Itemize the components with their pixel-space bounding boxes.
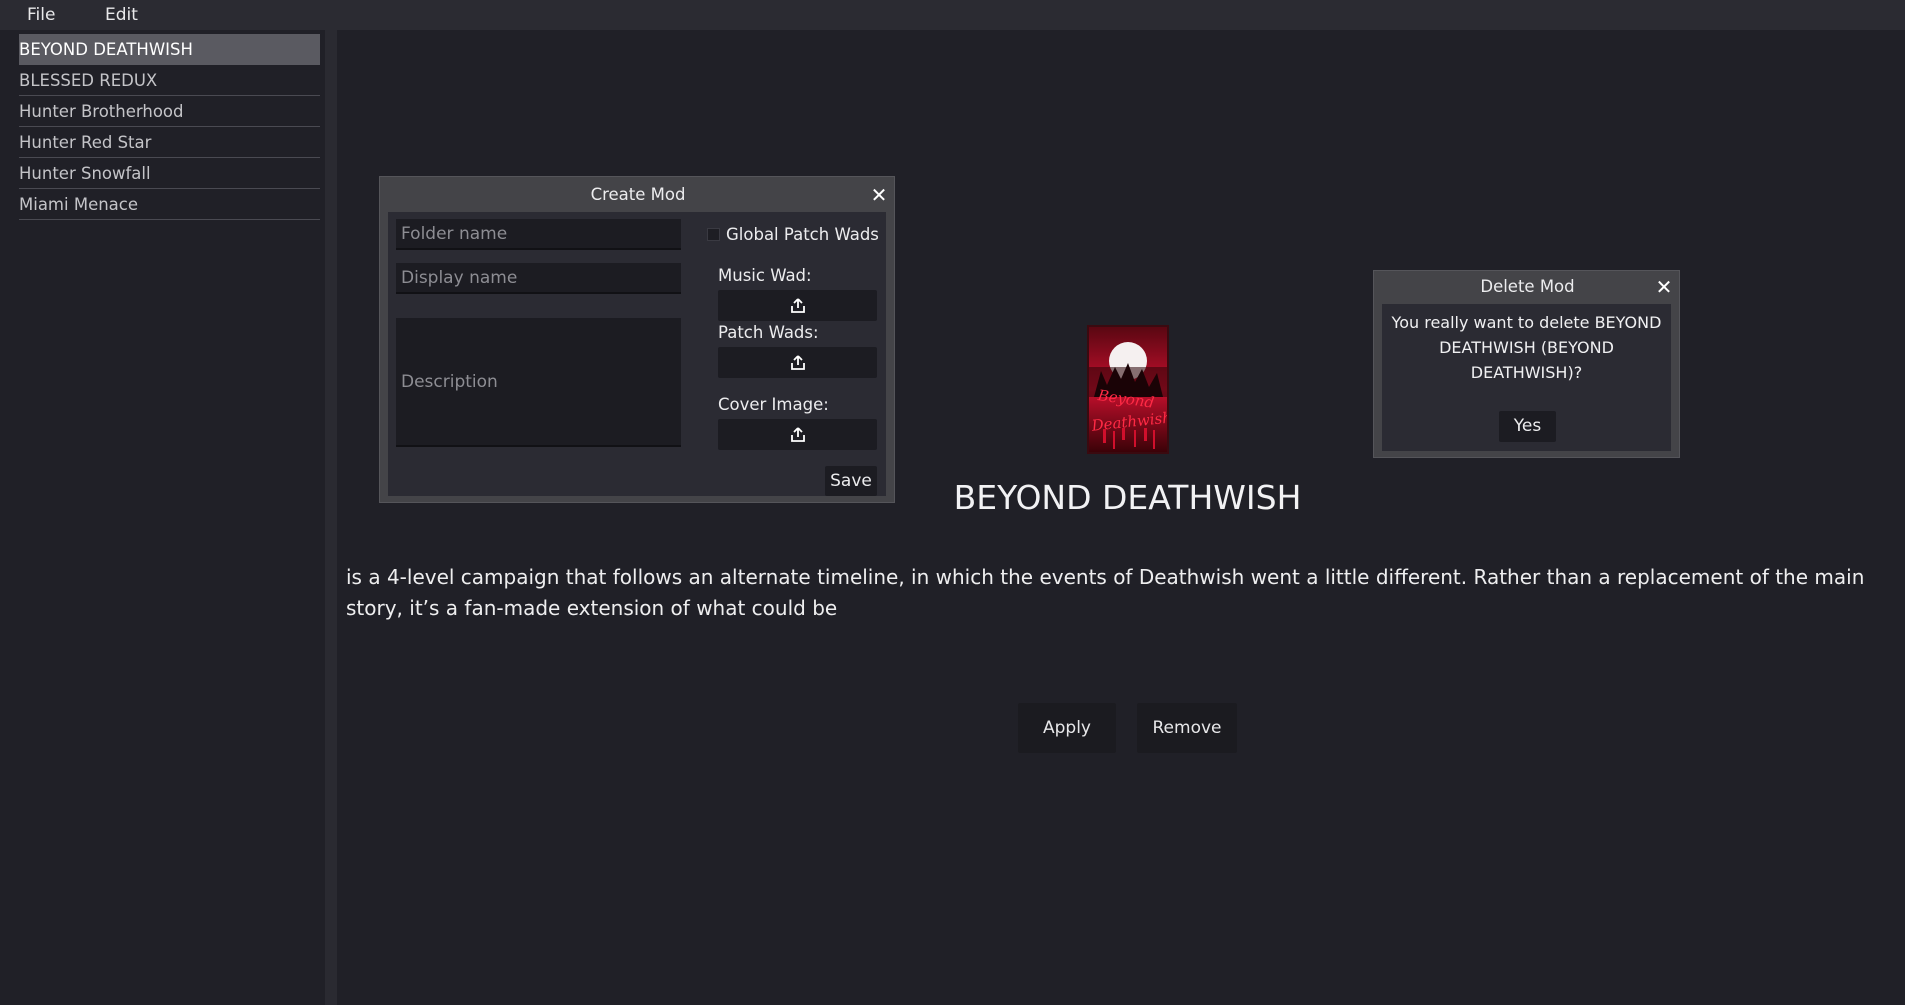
upload-icon [790, 354, 805, 370]
create-mod-body: Folder name Display name Description Glo… [388, 212, 886, 496]
mod-description: is a 4-level campaign that follows an al… [346, 565, 1865, 620]
apply-button[interactable]: Apply [1018, 703, 1116, 753]
upload-icon [790, 426, 805, 442]
create-mod-close-icon[interactable]: ✕ [866, 181, 892, 209]
delete-mod-dialog: Delete Mod ✕ You really want to delete B… [1373, 270, 1680, 458]
yes-button[interactable]: Yes [1499, 411, 1556, 442]
menubar: File Edit [0, 0, 1905, 30]
global-patch-checkbox[interactable] [707, 228, 720, 241]
mod-title: BEYOND DEATHWISH [953, 478, 1302, 517]
delete-mod-message: You really want to delete BEYOND DEATHWI… [1391, 313, 1662, 382]
folder-name-input[interactable]: Folder name [396, 219, 681, 250]
description-input[interactable]: Description [396, 318, 681, 447]
display-name-input[interactable]: Display name [396, 263, 681, 294]
cover-image-upload-button[interactable] [718, 419, 877, 450]
delete-mod-body: You really want to delete BEYOND DEATHWI… [1382, 304, 1671, 451]
menu-file[interactable]: File [27, 0, 55, 30]
delete-mod-title: Delete Mod [1480, 277, 1575, 296]
save-button[interactable]: Save [825, 466, 877, 496]
mod-list-item-beyond-deathwish[interactable]: BEYOND DEATHWISH [19, 34, 320, 65]
remove-button[interactable]: Remove [1137, 703, 1237, 753]
create-mod-title: Create Mod [590, 185, 686, 204]
cover-image-label: Cover Image: [718, 395, 829, 414]
mod-list-item-hunter-snowfall[interactable]: Hunter Snowfall [19, 158, 320, 189]
patch-wads-upload-button[interactable] [718, 347, 877, 378]
mod-list-item-blessed-redux[interactable]: BLESSED REDUX [19, 65, 320, 96]
sidebar-splitter[interactable] [325, 30, 337, 1005]
mod-list-item-hunter-red-star[interactable]: Hunter Red Star [19, 127, 320, 158]
create-mod-dialog: Create Mod ✕ Folder name Display name De… [379, 176, 895, 503]
upload-icon [790, 297, 805, 313]
music-wad-label: Music Wad: [718, 266, 812, 285]
patch-wads-label: Patch Wads: [718, 323, 819, 342]
menu-edit[interactable]: Edit [105, 0, 138, 30]
mod-list-item-miami-menace[interactable]: Miami Menace [19, 189, 320, 220]
mod-list-item-hunter-brotherhood[interactable]: Hunter Brotherhood [19, 96, 320, 127]
global-patch-label: Global Patch Wads [726, 225, 879, 244]
delete-mod-close-icon[interactable]: ✕ [1651, 273, 1677, 301]
mod-cover-image: Beyond Deathwish [1087, 325, 1169, 454]
cover-art: Beyond Deathwish [1089, 327, 1167, 452]
music-wad-upload-button[interactable] [718, 290, 877, 321]
mod-list: BEYOND DEATHWISH BLESSED REDUX Hunter Br… [0, 30, 325, 1005]
